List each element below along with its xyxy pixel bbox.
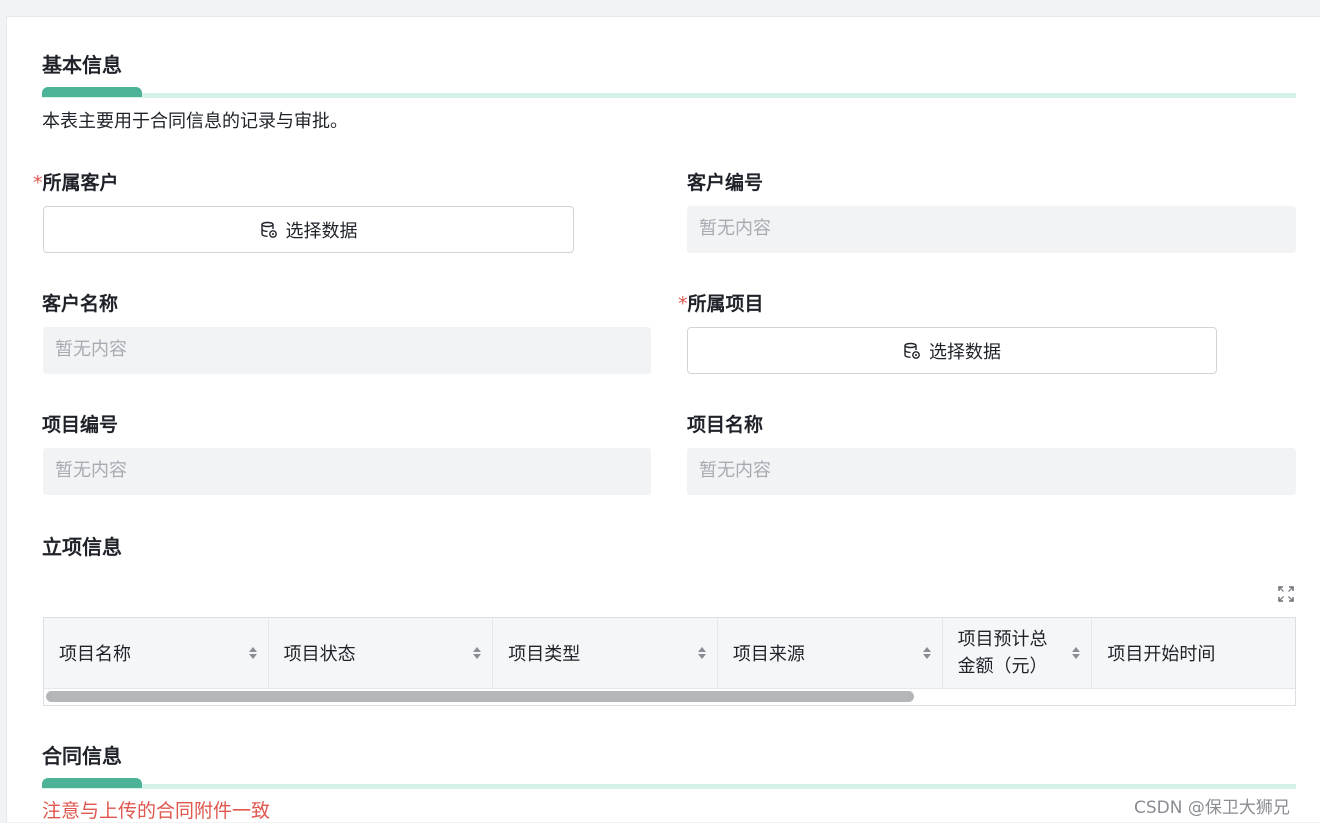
- fullscreen-icon[interactable]: [1277, 585, 1295, 603]
- database-icon: [904, 342, 920, 359]
- customer-code-label: 客户编号: [687, 172, 764, 194]
- select-customer-label: 选择数据: [285, 220, 358, 242]
- project-code-label: 项目编号: [42, 414, 119, 436]
- sort-icon[interactable]: [472, 645, 482, 661]
- section-divider: [42, 784, 1296, 789]
- select-project-label: 选择数据: [929, 341, 1001, 363]
- column-header-project-status[interactable]: 项目状态: [269, 618, 494, 688]
- section-divider: [42, 93, 1296, 98]
- customer-name-label: 客户名称: [42, 293, 119, 315]
- select-project-button[interactable]: 选择数据: [687, 327, 1217, 374]
- watermark: CSDN @保卫大狮兄: [1134, 798, 1290, 818]
- table-header-row: 项目名称 项目状态 项目类型 项目来源 项目预计总金额（元） 项目开始时间: [44, 618, 1295, 689]
- sort-icon[interactable]: [1071, 645, 1081, 661]
- section-title-project-setup: 立项信息: [42, 535, 122, 559]
- sort-icon[interactable]: [248, 645, 258, 661]
- customer-code-field: 暂无内容: [687, 206, 1296, 253]
- database-icon: [260, 221, 277, 238]
- contract-notice: 注意与上传的合同附件一致: [42, 800, 271, 822]
- table-horizontal-scrollbar[interactable]: [44, 689, 1295, 703]
- sort-icon[interactable]: [922, 645, 932, 661]
- column-header-project-estimated-amount[interactable]: 项目预计总金额（元）: [943, 618, 1093, 688]
- sort-icon[interactable]: [697, 645, 707, 661]
- project-setup-table: 项目名称 项目状态 项目类型 项目来源 项目预计总金额（元） 项目开始时间: [43, 617, 1296, 706]
- form-card: 基本信息 本表主要用于合同信息的记录与审批。 *所属客户 选择数据 客户编号 暂…: [6, 16, 1320, 822]
- project-name-label: 项目名称: [687, 414, 764, 436]
- customer-label: *所属客户: [33, 172, 119, 194]
- required-mark: *: [33, 172, 43, 194]
- column-header-project-name[interactable]: 项目名称: [44, 618, 269, 688]
- customer-name-field: 暂无内容: [43, 327, 651, 374]
- column-header-project-type[interactable]: 项目类型: [493, 618, 718, 688]
- section-divider-accent: [42, 87, 142, 97]
- project-name-field: 暂无内容: [687, 448, 1296, 495]
- form-description: 本表主要用于合同信息的记录与审批。: [42, 111, 348, 132]
- project-code-field: 暂无内容: [43, 448, 651, 495]
- section-divider-accent: [42, 778, 142, 788]
- select-customer-button[interactable]: 选择数据: [43, 206, 574, 253]
- column-header-project-start-time[interactable]: 项目开始时间: [1092, 618, 1295, 688]
- project-label: *所属项目: [678, 293, 764, 315]
- scrollbar-thumb[interactable]: [46, 691, 914, 702]
- column-header-project-source[interactable]: 项目来源: [718, 618, 943, 688]
- required-mark: *: [678, 293, 688, 315]
- section-title-contract-info: 合同信息: [42, 744, 122, 768]
- section-title-basic-info: 基本信息: [42, 53, 122, 77]
